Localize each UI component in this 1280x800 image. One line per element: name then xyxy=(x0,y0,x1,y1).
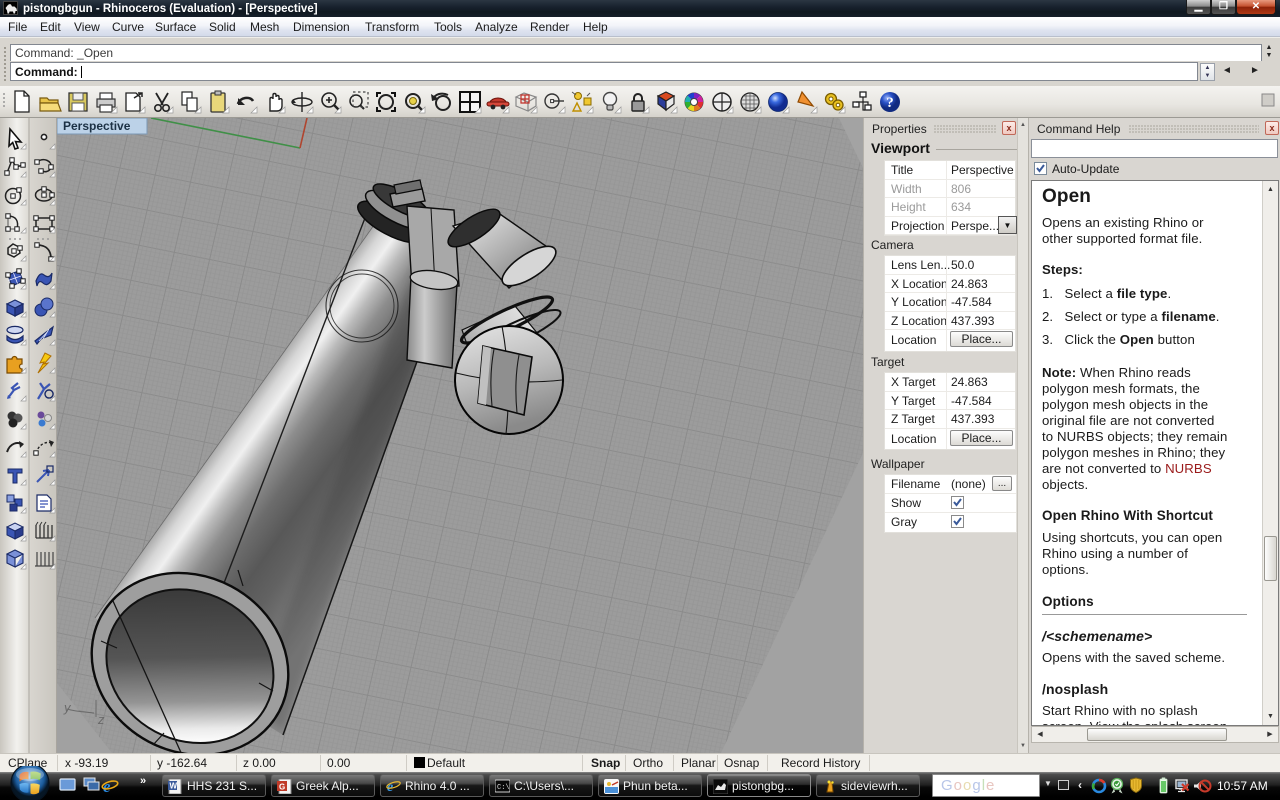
svg-text:z: z xyxy=(97,712,105,727)
svg-text:W: W xyxy=(170,782,178,791)
svg-text:C:\: C:\ xyxy=(497,784,510,792)
svg-text:Perspective: Perspective xyxy=(63,119,131,133)
svg-text:e: e xyxy=(103,777,111,795)
svg-text:?: ? xyxy=(886,95,894,111)
svg-text:G: G xyxy=(279,783,285,792)
